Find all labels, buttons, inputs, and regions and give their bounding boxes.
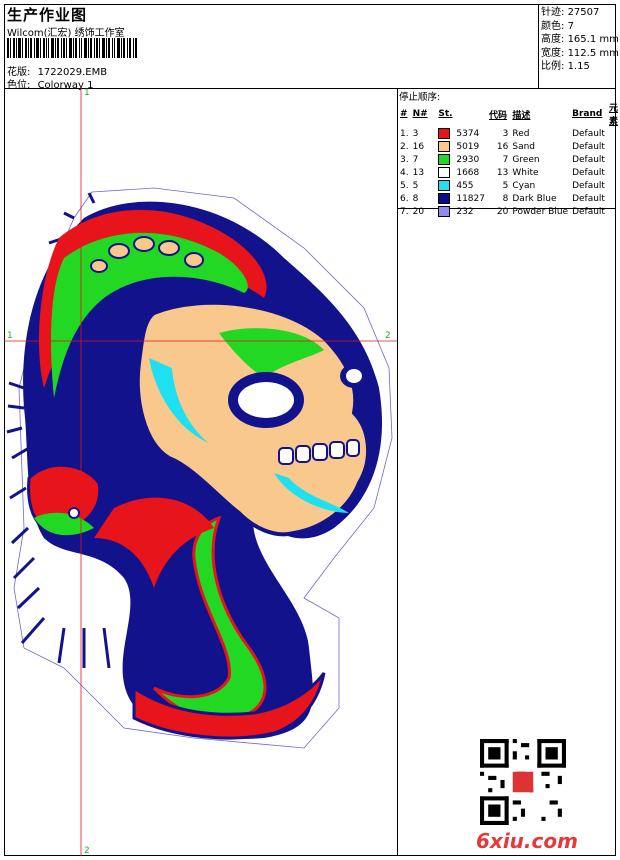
stitch-count: 11827: [456, 194, 485, 204]
brand-name: Default: [572, 141, 605, 152]
stat-stitches: 针迹: 27507: [541, 7, 600, 18]
needle-number: 20: [412, 206, 425, 217]
stitch-count: 1668: [456, 168, 480, 178]
needle-number: 16: [412, 141, 425, 152]
row-index: 7.: [400, 206, 409, 217]
crosshair-top-label: 1: [84, 88, 90, 98]
color-code: 13: [496, 167, 509, 178]
table-row: 5. 5 455 5 Cyan Default: [398, 179, 620, 192]
brand-name: Default: [572, 128, 605, 139]
barcode-image: [7, 38, 137, 58]
table-row: 4. 13 1668 13 White Default: [398, 166, 620, 179]
color-swatch: [438, 128, 451, 139]
color-swatch: [438, 206, 451, 217]
brand-name: Default: [572, 193, 605, 204]
stats-divider: [538, 4, 539, 88]
color-description: Cyan: [512, 180, 536, 191]
table-header-row: # N# St. 代码 描述 Brand 元素: [400, 104, 618, 127]
needle-number: 3: [412, 128, 419, 139]
stitch-count: 5374: [456, 129, 480, 139]
row-index: 1.: [400, 128, 409, 139]
color-description: Red: [512, 128, 530, 139]
brand-name: Default: [572, 167, 605, 178]
table-row: 1. 3 5374 3 Red Default: [398, 127, 620, 140]
stat-height: 高度: 165.1 mm: [541, 34, 619, 45]
color-swatch: [438, 141, 451, 152]
software-subtitle: Wilcom(汇宏) 绣饰工作室: [7, 28, 125, 39]
table-row: 3. 7 2930 7 Green Default: [398, 153, 620, 166]
color-code: 7: [502, 154, 509, 165]
embroidery-design: 1 2 1 2: [4, 88, 397, 856]
stitch-count: 5019: [456, 142, 480, 152]
brand-name: Default: [572, 180, 605, 191]
needle-number: 8: [412, 193, 419, 204]
stat-width: 宽度: 112.5 mm: [541, 47, 619, 59]
needle-number: 13: [412, 167, 425, 178]
table-row: 7. 20 232 20 Powder Blue Default: [398, 205, 620, 218]
color-swatch: [438, 193, 451, 204]
row-index: 6.: [400, 193, 409, 204]
crosshair-left-label: 1: [7, 331, 13, 341]
watermark-text: 6xiu.com: [476, 829, 578, 853]
crosshair-right-label: 2: [385, 331, 391, 341]
color-description: Powder Blue: [512, 206, 569, 217]
color-swatch: [438, 154, 451, 165]
brand-name: Default: [572, 206, 605, 217]
row-index: 4.: [400, 167, 409, 178]
color-code: 8: [502, 193, 509, 204]
table-row: 6. 8 11827 8 Dark Blue Default: [398, 192, 620, 205]
qr-code-image: [480, 739, 566, 825]
needle-number: 5: [412, 180, 419, 191]
color-description: Dark Blue: [512, 193, 557, 204]
color-description: Sand: [512, 141, 536, 152]
stats-box: 针迹: 27507 颜色: 7 高度: 165.1 mm 宽度: 112.5 m…: [541, 6, 619, 74]
qr-center-logo: [512, 771, 534, 793]
page-title: 生产作业图: [7, 6, 88, 24]
brand-name: Default: [572, 154, 605, 165]
color-code: 20: [496, 206, 509, 217]
nose-white: [346, 369, 362, 383]
color-swatch: [438, 167, 451, 178]
stitch-count: 2930: [456, 155, 480, 165]
dragon-eye: [68, 507, 80, 519]
stat-scale: 比例: 1.15: [541, 61, 590, 72]
table-row: 2. 16 5019 16 Sand Default: [398, 140, 620, 153]
eye-socket-white: [238, 382, 294, 418]
color-sequence-table: # N# St. 代码 描述 Brand 元素 1. 3 5374 3 Red Defau…: [398, 101, 620, 218]
color-code: 16: [496, 141, 509, 152]
needle-number: 7: [412, 154, 419, 165]
stat-colors: 颜色: 7: [541, 20, 574, 32]
color-swatch: [438, 180, 451, 191]
row-index: 2.: [400, 141, 409, 152]
stitch-count: 232: [456, 207, 474, 217]
color-code: 3: [502, 128, 509, 139]
crosshair-bottom-label: 2: [84, 846, 90, 856]
color-description: Green: [512, 154, 540, 165]
row-index: 3.: [400, 154, 409, 165]
stitch-count: 455: [456, 181, 474, 191]
color-code: 5: [502, 180, 509, 191]
row-index: 5.: [400, 180, 409, 191]
color-description: White: [512, 167, 539, 178]
